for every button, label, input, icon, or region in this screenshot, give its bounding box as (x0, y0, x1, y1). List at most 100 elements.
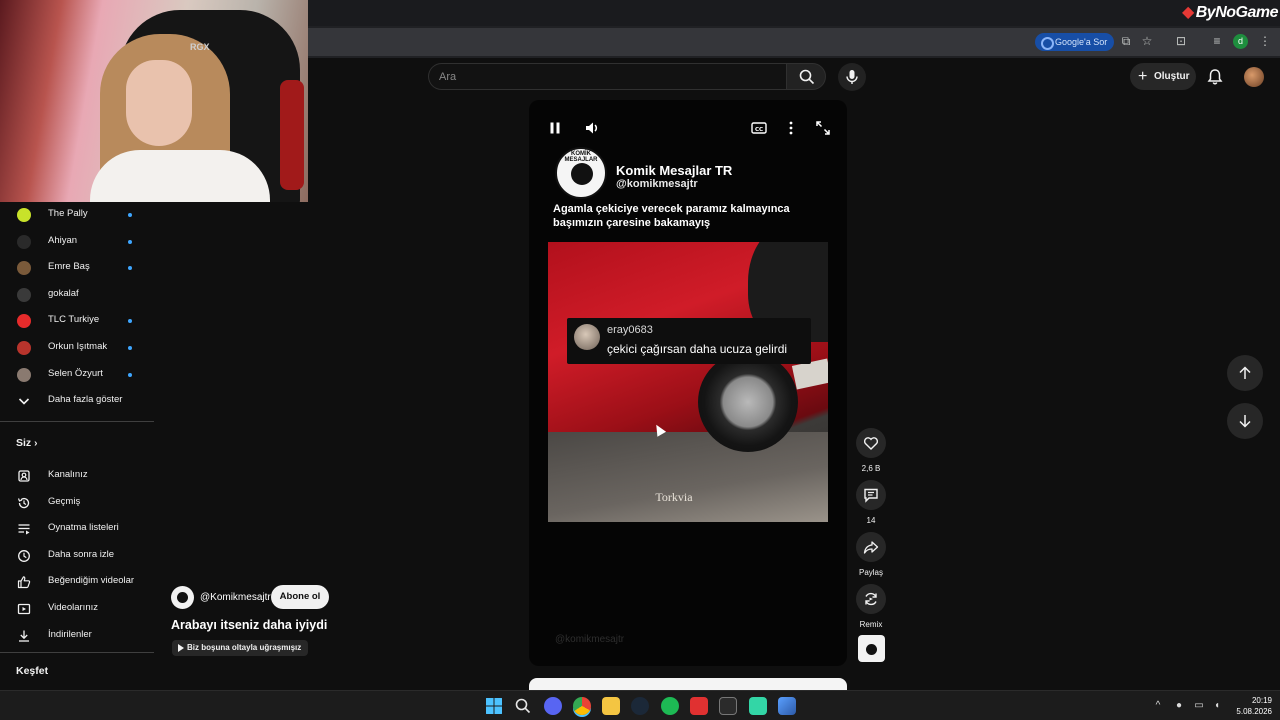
speaker-icon[interactable]: ◖ (1211, 700, 1223, 712)
epic-games-icon[interactable] (719, 697, 737, 715)
you-section-header[interactable]: Siz › (16, 437, 37, 449)
show-more-button[interactable]: Daha fazla göster (0, 388, 154, 414)
closed-captions-icon[interactable]: CC (751, 120, 767, 136)
sidebar-divider (0, 421, 154, 422)
game-launcher-icon[interactable] (690, 697, 708, 715)
browser-menu-icon[interactable]: ⋮ (1258, 34, 1272, 48)
subscription-label: The Pally (48, 208, 88, 219)
new-content-dot (128, 372, 132, 377)
voice-search-button[interactable] (838, 63, 866, 91)
overlay-video-title[interactable]: Arabayı itseniz daha iyiydi (171, 618, 327, 632)
volume-icon[interactable] (584, 120, 600, 136)
channel-logo[interactable]: KOMİK MESAJLAR (555, 147, 607, 199)
notifications-bell-icon[interactable] (1206, 68, 1224, 86)
channel-avatar (17, 208, 31, 222)
streamer-body (90, 150, 270, 202)
overlay-channel-handle[interactable]: @Komikmesajtr (200, 592, 271, 603)
sidebar-item-your-videos[interactable]: Videolarınız (0, 596, 154, 622)
taskbar-clock[interactable]: 20:19 5.08.2026 (1228, 695, 1272, 717)
subscribe-button[interactable]: Abone ol (271, 585, 329, 609)
share-action[interactable]: Paylaş (856, 532, 886, 577)
channel-handle[interactable]: @komikmesajtr (616, 178, 698, 190)
sidebar-item-playlists[interactable]: Oynatma listeleri (0, 516, 154, 542)
network-app-icon[interactable] (778, 697, 796, 715)
sidebar-subscription-item[interactable]: Orkun Işıtmak (0, 335, 154, 361)
sidebar-subscription-item[interactable]: The Pally (0, 202, 154, 228)
sidebar-item-watch-later[interactable]: Daha sonra izle (0, 543, 154, 569)
comments-action[interactable]: 14 (856, 480, 886, 525)
sidebar-subscription-item[interactable]: Emre Baş (0, 255, 154, 281)
sidebar-item-label: Kanalınız (48, 469, 88, 480)
media-controls-icon[interactable]: ≡ (1210, 34, 1224, 48)
related-video-chip[interactable]: Biz boşuna oltayla uğraşmışız (172, 640, 309, 656)
pause-icon[interactable] (547, 120, 563, 136)
sidebar-item-channel[interactable]: Kanalınız (0, 463, 154, 489)
sidebar-subscription-item[interactable]: TLC Turkiye (0, 308, 154, 334)
subscription-label: TLC Turkiye (48, 314, 100, 326)
you-section-label: Siz (16, 437, 32, 449)
steam-icon[interactable] (631, 697, 649, 715)
sidebar-subscription-item[interactable]: Ahiyan (0, 229, 154, 255)
browser-profile-avatar[interactable]: d (1233, 34, 1248, 49)
windows-start-icon[interactable] (485, 697, 503, 715)
address-bar[interactable] (308, 28, 1280, 56)
file-explorer-icon[interactable] (602, 697, 620, 715)
discord-icon[interactable] (544, 697, 562, 715)
remix-button[interactable] (856, 584, 886, 614)
smiley-logo-icon (571, 163, 593, 185)
channel-logo-text: KOMİK MESAJLAR (564, 151, 598, 163)
car-wheel (698, 352, 798, 452)
install-icon[interactable]: ⧉ (1119, 34, 1133, 48)
search-input[interactable] (439, 64, 769, 89)
channel-avatar (17, 287, 31, 302)
bookmark-star-icon[interactable]: ☆ (1140, 34, 1154, 48)
chrome-icon[interactable] (573, 697, 591, 715)
sidebar-item-label: Oynatma listeleri (48, 522, 119, 534)
road-ground (548, 432, 828, 522)
channel-avatar (17, 367, 31, 382)
clock-date: 5.08.2026 (1236, 707, 1272, 716)
search-icon[interactable] (514, 697, 532, 715)
account-avatar[interactable] (1244, 67, 1264, 87)
previous-short-button[interactable] (1227, 355, 1263, 391)
extensions-icon[interactable]: ⊡ (1174, 34, 1188, 48)
audio-source-avatar[interactable] (858, 635, 885, 662)
sidebar-subscription-item[interactable]: Selen Özyurt (0, 362, 154, 388)
like-button[interactable] (856, 428, 886, 458)
microphone-icon[interactable]: ● (1173, 700, 1185, 712)
channel-name[interactable]: Komik Mesajlar TR (616, 163, 732, 178)
like-action[interactable]: 2,6 B (856, 428, 886, 473)
streamer-webcam: RGX (0, 0, 308, 202)
shorts-player[interactable]: CC KOMİK MESAJLAR Komik Mesajlar TR @kom… (529, 100, 847, 666)
your-videos-icon (17, 603, 31, 615)
google-sor-button[interactable]: Google'a Sor (1035, 33, 1115, 51)
playlists-icon (18, 524, 30, 535)
comment-bubble-icon (864, 488, 878, 503)
sidebar-item-download[interactable]: İndirilenler (0, 623, 154, 649)
fullscreen-icon[interactable] (815, 120, 831, 136)
subscription-label: Ahiyan (48, 234, 78, 246)
share-button[interactable] (856, 532, 886, 562)
overlay-channel-avatar[interactable] (171, 586, 194, 609)
remix-action[interactable]: Remix (856, 584, 886, 629)
smiley-logo-icon (177, 592, 188, 603)
sidebar-subscription-item[interactable]: gokalaf (0, 282, 154, 308)
app-launcher-icon[interactable] (749, 697, 767, 715)
short-video-frame[interactable]: eray0683 çekici çağırsan daha ucuza geli… (548, 242, 828, 522)
more-options-icon[interactable] (783, 120, 799, 136)
chevron-up-icon[interactable]: ^ (1152, 700, 1164, 712)
comments-button[interactable] (856, 480, 886, 510)
sidebar-item-history[interactable]: Geçmiş (0, 490, 154, 516)
sidebar-item-like[interactable]: Beğendiğim videolar (0, 569, 154, 595)
spotify-icon[interactable] (661, 697, 679, 715)
plus-icon: + (1138, 68, 1148, 85)
display-icon[interactable]: ▭ (1193, 700, 1205, 712)
bynogame-logo: ◆ ByNoGame (1181, 4, 1279, 21)
create-button[interactable]: + Oluştur (1130, 63, 1196, 90)
channel-avatar (17, 261, 31, 276)
search-button[interactable] (786, 63, 826, 90)
sidebar-divider (0, 652, 154, 653)
next-short-button[interactable] (1227, 403, 1263, 439)
create-label: Oluştur (1154, 71, 1190, 82)
subscription-label: Orkun Işıtmak (48, 341, 108, 352)
